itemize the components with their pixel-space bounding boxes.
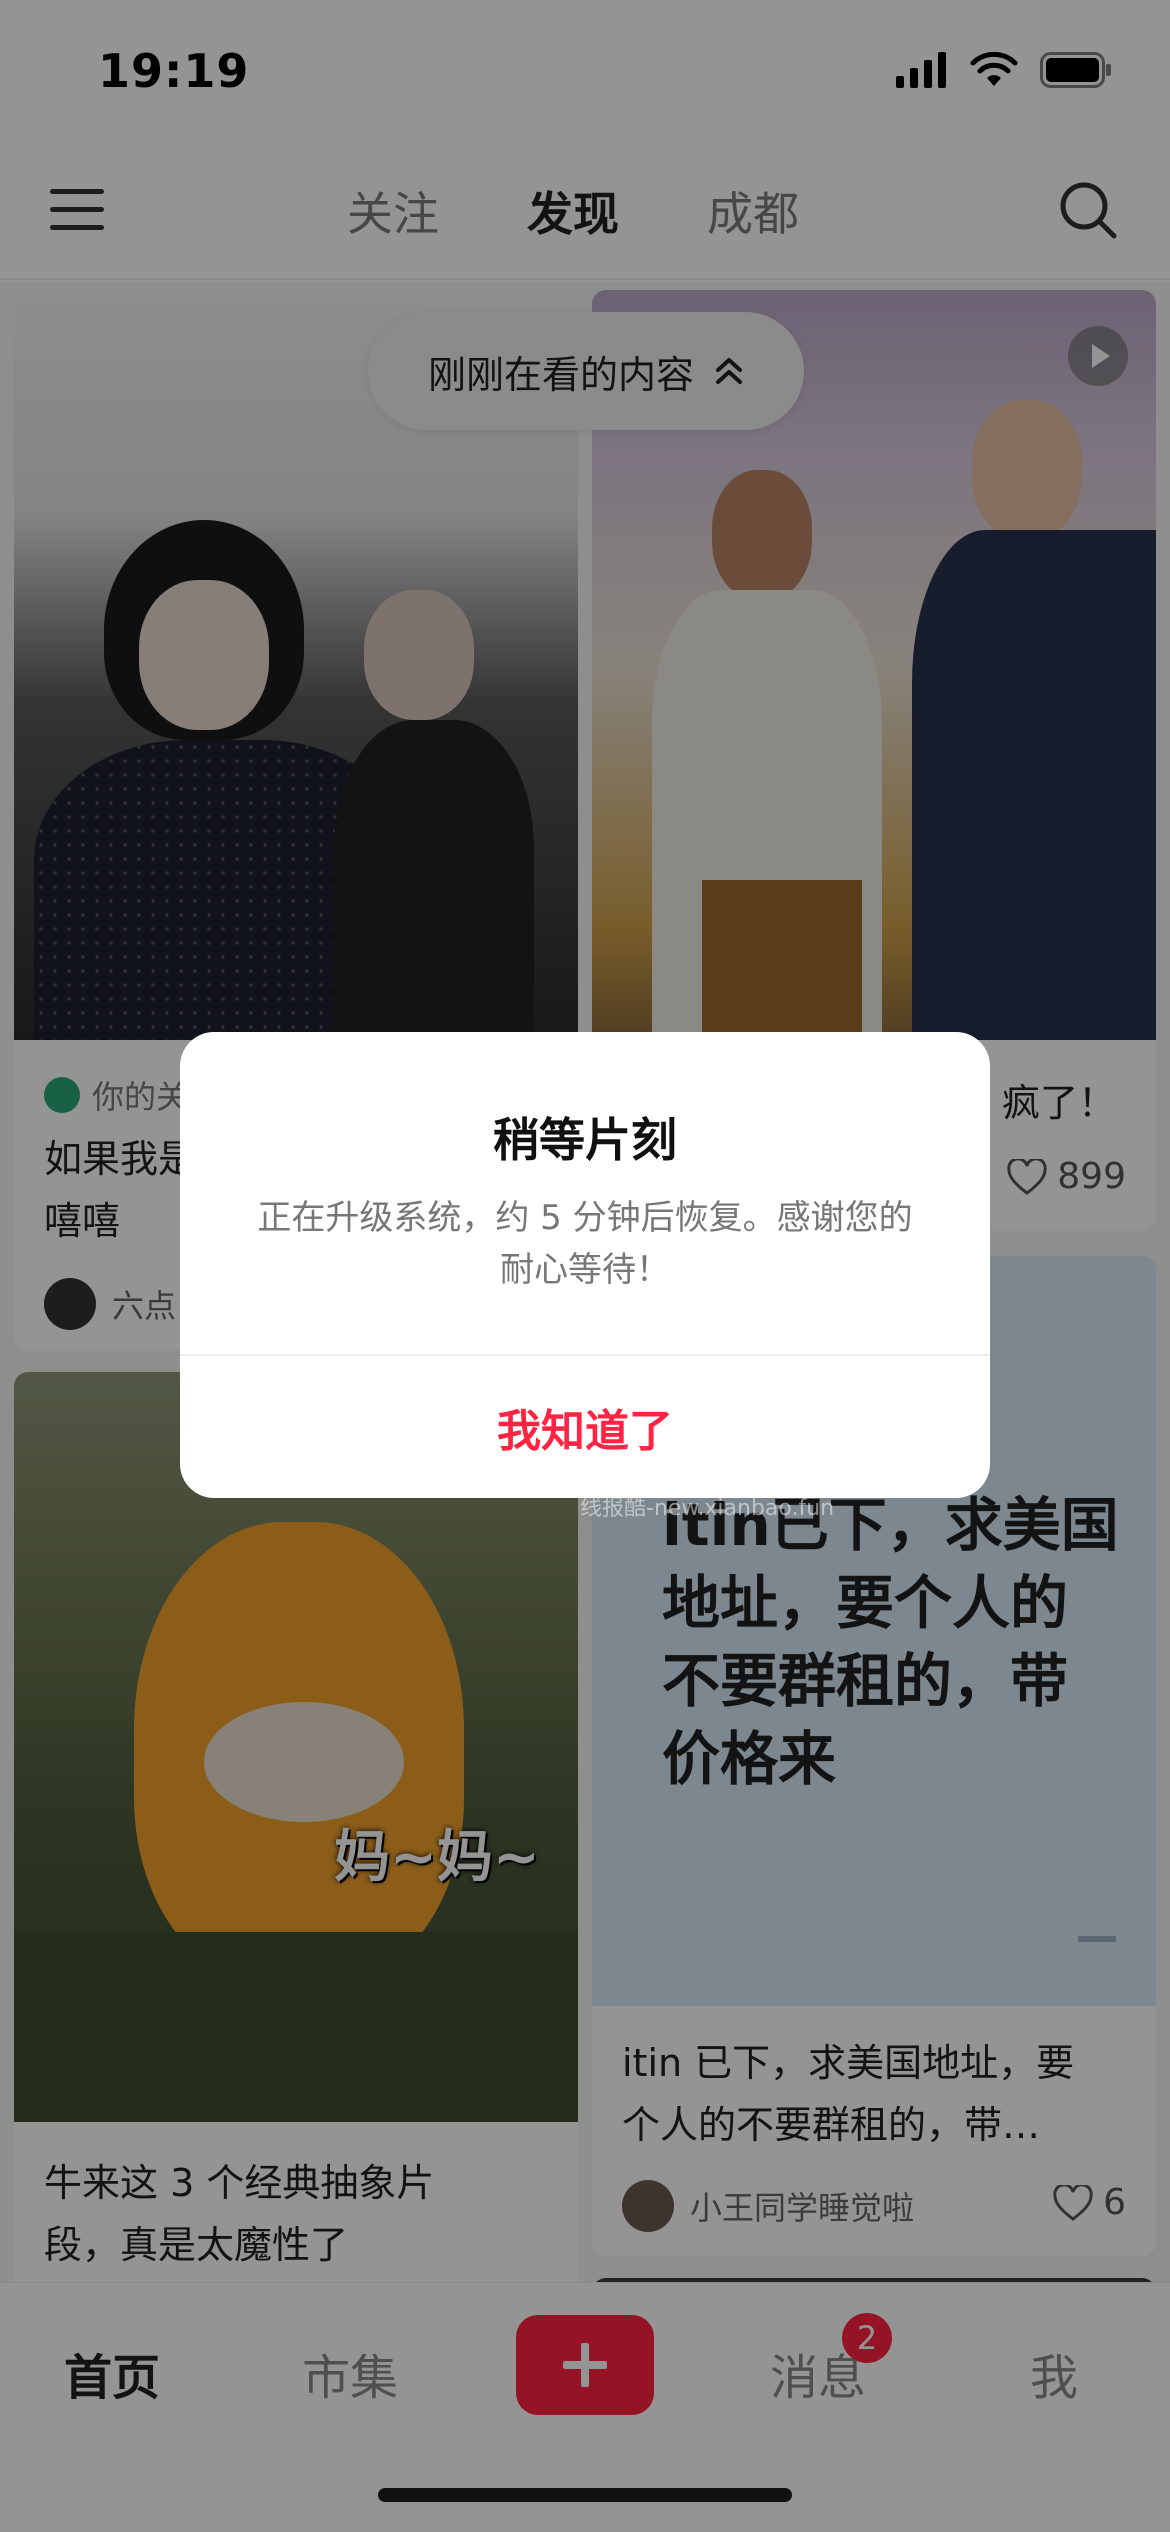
dialog-message: 正在升级系统，约 5 分钟后恢复。感谢您的耐心等待！ [257,1198,913,1290]
home-indicator [378,2488,792,2502]
watermark: 线报酷-new.xianbao.fun [580,1496,835,1521]
dialog-title: 稍等片刻 [493,1113,677,1167]
maintenance-dialog: 稍等片刻 正在升级系统，约 5 分钟后恢复。感谢您的耐心等待！ 我知道了 [180,1032,990,1498]
dialog-ok-button[interactable]: 我知道了 [180,1356,990,1498]
